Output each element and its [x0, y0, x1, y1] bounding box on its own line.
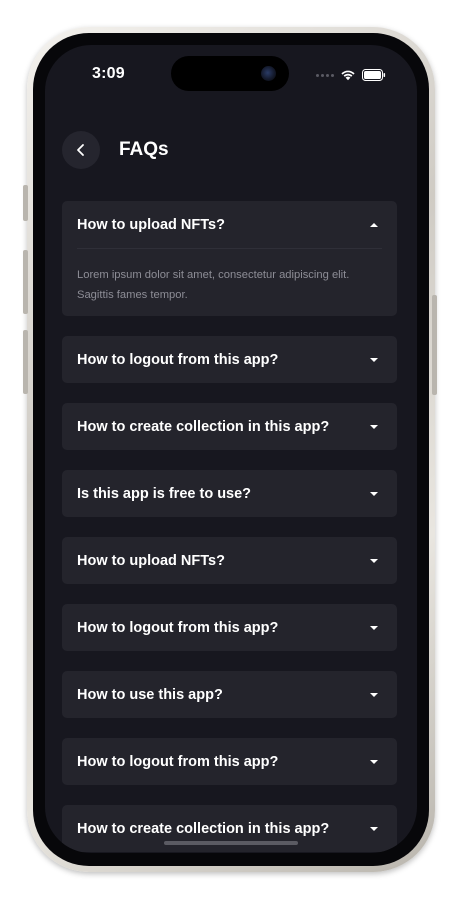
faq-answer: Lorem ipsum dolor sit amet, consectetur …: [77, 269, 350, 301]
power-button: [432, 295, 437, 395]
battery-icon: [362, 69, 386, 81]
faq-question: How to upload NFTs?: [77, 216, 225, 233]
faq-question: How to logout from this app?: [77, 753, 279, 770]
faq-question-row[interactable]: How to create collection in this app?: [62, 403, 397, 450]
screen: 3:09 FAQs How to upload NFTs? Lorem ipsu…: [45, 45, 417, 853]
caret-down-icon: [370, 759, 378, 764]
faq-question: How to create collection in this app?: [77, 820, 330, 837]
faq-question: How to logout from this app?: [77, 619, 279, 636]
caret-down-icon: [370, 826, 378, 831]
caret-down-icon: [370, 491, 378, 496]
faq-question: How to use this app?: [77, 686, 223, 703]
faq-question: How to upload NFTs?: [77, 552, 225, 569]
faq-list: How to upload NFTs? Lorem ipsum dolor si…: [62, 201, 397, 853]
cellular-signal-icon: [316, 73, 334, 77]
faq-question: How to logout from this app?: [77, 351, 279, 368]
volume-up-button: [23, 250, 28, 314]
faq-question-row[interactable]: How to logout from this app?: [62, 604, 397, 651]
faq-item: How to create collection in this app?: [62, 403, 397, 450]
back-button[interactable]: [62, 131, 100, 169]
faq-question-row[interactable]: How to upload NFTs?: [62, 201, 397, 248]
faq-item: How to use this app?: [62, 671, 397, 718]
faq-item: How to upload NFTs?: [62, 537, 397, 584]
status-time: 3:09: [92, 65, 125, 82]
faq-question-row[interactable]: How to use this app?: [62, 671, 397, 718]
faq-question: How to create collection in this app?: [77, 418, 330, 435]
faq-item: How to upload NFTs? Lorem ipsum dolor si…: [62, 201, 397, 316]
faq-question-row[interactable]: How to logout from this app?: [62, 738, 397, 785]
faq-question-row[interactable]: How to upload NFTs?: [62, 537, 397, 584]
caret-down-icon: [370, 558, 378, 563]
wifi-icon: [341, 70, 355, 81]
dynamic-island: [171, 56, 289, 91]
faq-question-row[interactable]: How to logout from this app?: [62, 336, 397, 383]
faq-item: Is this app is free to use?: [62, 470, 397, 517]
faq-question-row[interactable]: Is this app is free to use?: [62, 470, 397, 517]
caret-down-icon: [370, 692, 378, 697]
action-button: [23, 185, 28, 221]
caret-up-icon: [370, 222, 378, 227]
home-indicator[interactable]: [164, 841, 298, 845]
volume-down-button: [23, 330, 28, 394]
faq-question: Is this app is free to use?: [77, 485, 252, 502]
camera-icon: [261, 66, 276, 81]
caret-down-icon: [370, 357, 378, 362]
status-icons: [316, 69, 386, 81]
page-title: FAQs: [119, 139, 169, 160]
faq-item: How to logout from this app?: [62, 604, 397, 651]
chevron-left-icon: [77, 144, 84, 156]
faq-item: How to logout from this app?: [62, 738, 397, 785]
caret-down-icon: [370, 424, 378, 429]
faq-item: How to logout from this app?: [62, 336, 397, 383]
caret-down-icon: [370, 625, 378, 630]
